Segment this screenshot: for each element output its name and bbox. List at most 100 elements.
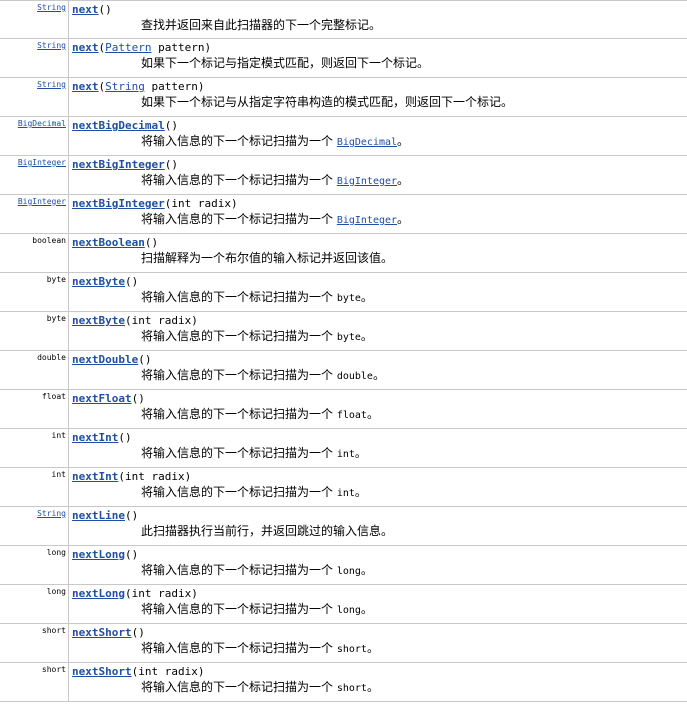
description-text: 将输入信息的下一个标记扫描为一个 — [141, 641, 337, 655]
method-row: BigDecimal nextBigDecimal() 将输入信息的下一个标记扫描为… — [0, 117, 687, 156]
method-name-link[interactable]: next — [72, 41, 99, 54]
return-type: float — [0, 390, 69, 428]
signature-params-open: () — [118, 431, 132, 444]
method-description: 将输入信息的下一个标记扫描为一个 BigDecimal。 — [141, 133, 409, 151]
method-description: 将输入信息的下一个标记扫描为一个 byte。 — [141, 328, 373, 346]
type-reference: double — [336, 371, 373, 382]
method-name-link[interactable]: nextInt — [72, 470, 118, 483]
method-detail: nextBoolean() 扫描解释为一个布尔值的输入标记并返回该值。 — [69, 234, 687, 272]
method-detail: nextInt() 将输入信息的下一个标记扫描为一个 int。 — [69, 429, 687, 467]
method-detail: nextLine() 此扫描器执行当前行，并返回跳过的输入信息。 — [69, 507, 687, 545]
method-name-link[interactable]: next — [72, 80, 99, 93]
signature-params-open: () — [124, 275, 139, 288]
method-name-link[interactable]: nextLine — [72, 509, 125, 522]
method-signature: nextInt() — [72, 430, 687, 445]
signature-params-open: (int radix) — [124, 587, 198, 600]
type-reference: byte — [336, 293, 361, 304]
signature-params-open: () — [131, 626, 145, 639]
return-type[interactable]: String — [0, 1, 69, 38]
method-description: 如果下一个标记与从指定字符串构造的模式匹配，则返回下一个标记。 — [141, 94, 513, 110]
description-text: 此扫描器执行当前行，并返回跳过的输入信息。 — [141, 524, 394, 538]
method-description: 查找并返回来自此扫描器的下一个完整标记。 — [141, 17, 381, 33]
method-description: 将输入信息的下一个标记扫描为一个 float。 — [141, 406, 379, 424]
method-description: 将输入信息的下一个标记扫描为一个 short。 — [141, 640, 379, 658]
return-type[interactable]: String — [0, 39, 69, 77]
method-name-link[interactable]: nextByte — [72, 314, 125, 327]
description-end: 。 — [366, 641, 379, 655]
method-name-link[interactable]: nextShort — [72, 626, 132, 639]
method-name-link[interactable]: nextLong — [72, 548, 125, 561]
return-type: byte — [0, 273, 69, 311]
method-detail: nextBigDecimal() 将输入信息的下一个标记扫描为一个 BigDeci… — [69, 117, 687, 155]
description-text: 将输入信息的下一个标记扫描为一个 — [141, 602, 337, 616]
description-text: 将输入信息的下一个标记扫描为一个 — [141, 290, 337, 304]
signature-params-rest: ) — [105, 3, 112, 16]
signature-params-open: (int radix) — [131, 665, 205, 678]
signature-params-open: (int radix) — [118, 470, 192, 483]
description-text: 将输入信息的下一个标记扫描为一个 — [141, 329, 337, 343]
param-type-link[interactable]: Pattern — [105, 41, 151, 54]
method-row: boolean nextBoolean() 扫描解释为一个布尔值的输入标记并返回该值… — [0, 234, 687, 273]
return-type[interactable]: BigDecimal — [0, 117, 69, 155]
method-row: int nextInt(int radix) 将输入信息的下一个标记扫描为一个 in… — [0, 468, 687, 507]
return-type: long — [0, 585, 69, 623]
return-type[interactable]: BigInteger — [0, 156, 69, 194]
method-row: int nextInt() 将输入信息的下一个标记扫描为一个 int。 — [0, 429, 687, 468]
method-signature: nextBoolean() — [72, 235, 687, 250]
description-end: 。 — [354, 485, 367, 499]
signature-params-open: (int radix) — [164, 197, 238, 210]
method-detail: next() 查找并返回来自此扫描器的下一个完整标记。 — [69, 1, 687, 38]
description-text: 将输入信息的下一个标记扫描为一个 — [141, 407, 337, 421]
method-description: 将输入信息的下一个标记扫描为一个 BigInteger。 — [141, 211, 409, 229]
method-row: short nextShort(int radix) 将输入信息的下一个标记扫描为一… — [0, 663, 687, 702]
description-end: 。 — [366, 680, 379, 694]
method-name-link[interactable]: nextDouble — [72, 353, 138, 366]
description-text: 将输入信息的下一个标记扫描为一个 — [141, 680, 337, 694]
method-description: 将输入信息的下一个标记扫描为一个 BigInteger。 — [141, 172, 409, 190]
method-detail: nextShort(int radix) 将输入信息的下一个标记扫描为一个 sho… — [69, 663, 687, 701]
description-text: 将输入信息的下一个标记扫描为一个 — [141, 485, 337, 499]
type-reference-link[interactable]: BigInteger — [337, 176, 397, 187]
method-detail: nextByte() 将输入信息的下一个标记扫描为一个 byte。 — [69, 273, 687, 311]
method-detail: nextByte(int radix) 将输入信息的下一个标记扫描为一个 byte… — [69, 312, 687, 350]
method-signature: nextShort() — [72, 625, 687, 640]
method-signature: nextFloat() — [72, 391, 687, 406]
return-type[interactable]: BigInteger — [0, 195, 69, 233]
method-row: float nextFloat() 将输入信息的下一个标记扫描为一个 float。 — [0, 390, 687, 429]
method-name-link[interactable]: nextInt — [72, 431, 118, 444]
method-description: 将输入信息的下一个标记扫描为一个 int。 — [141, 484, 367, 502]
description-text: 将输入信息的下一个标记扫描为一个 — [141, 446, 337, 460]
method-name-link[interactable]: nextByte — [72, 275, 125, 288]
method-row: byte nextByte() 将输入信息的下一个标记扫描为一个 byte。 — [0, 273, 687, 312]
method-detail: nextShort() 将输入信息的下一个标记扫描为一个 short。 — [69, 624, 687, 662]
type-reference-link[interactable]: BigDecimal — [337, 137, 397, 148]
method-name-link[interactable]: nextBoolean — [72, 236, 145, 249]
method-name-link[interactable]: nextBigInteger — [72, 158, 165, 171]
description-end: 。 — [360, 329, 373, 343]
method-summary-table: String next() 查找并返回来自此扫描器的下一个完整标记。 String ne… — [0, 0, 687, 702]
method-name-link[interactable]: nextFloat — [72, 392, 132, 405]
method-description: 将输入信息的下一个标记扫描为一个 short。 — [141, 679, 379, 697]
method-description: 此扫描器执行当前行，并返回跳过的输入信息。 — [141, 523, 393, 539]
method-row: long nextLong(int radix) 将输入信息的下一个标记扫描为一个 … — [0, 585, 687, 624]
return-type[interactable]: String — [0, 507, 69, 545]
method-detail: nextBigInteger() 将输入信息的下一个标记扫描为一个 BigInte… — [69, 156, 687, 194]
method-name-link[interactable]: nextShort — [72, 665, 132, 678]
method-name-link[interactable]: nextBigInteger — [72, 197, 165, 210]
signature-params-rest: pattern) — [144, 80, 205, 93]
method-signature: nextBigInteger(int radix) — [72, 196, 687, 211]
return-type[interactable]: String — [0, 78, 69, 116]
method-name-link[interactable]: nextBigDecimal — [72, 119, 165, 132]
type-reference: short — [336, 644, 367, 655]
type-reference: byte — [336, 332, 361, 343]
method-name-link[interactable]: next — [72, 3, 99, 16]
method-row: String next(Pattern pattern) 如果下一个标记与指定模式匹… — [0, 39, 687, 78]
method-description: 将输入信息的下一个标记扫描为一个 double。 — [141, 367, 385, 385]
param-type-link[interactable]: String — [105, 80, 145, 93]
return-type: int — [0, 429, 69, 467]
method-row: long nextLong() 将输入信息的下一个标记扫描为一个 long。 — [0, 546, 687, 585]
method-signature: nextDouble() — [72, 352, 687, 367]
type-reference: int — [336, 449, 355, 460]
method-name-link[interactable]: nextLong — [72, 587, 125, 600]
type-reference-link[interactable]: BigInteger — [337, 215, 397, 226]
